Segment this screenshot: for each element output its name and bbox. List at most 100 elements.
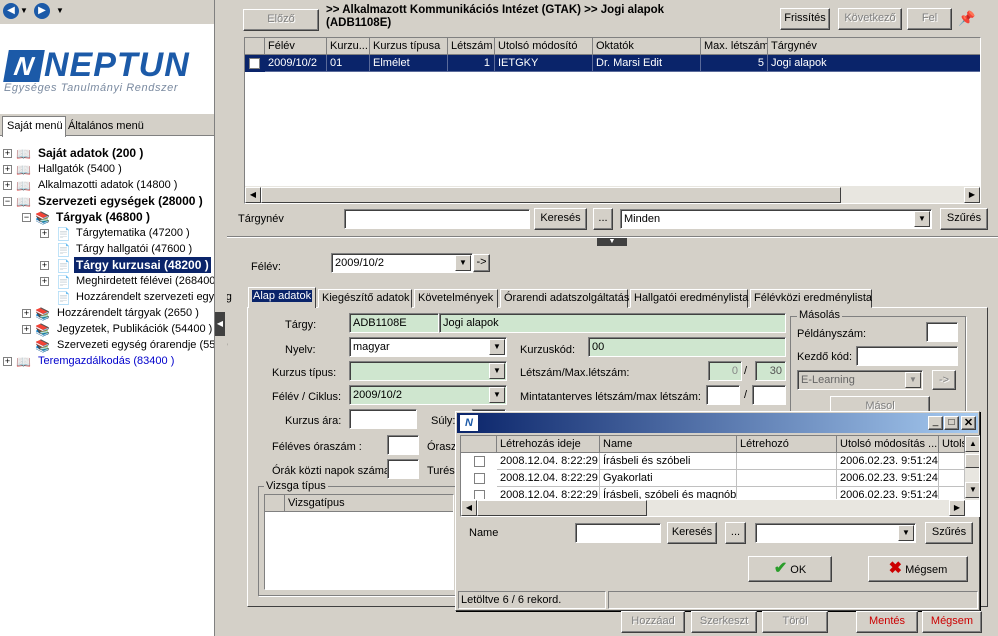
- search-button[interactable]: Keresés: [534, 208, 587, 230]
- save-button[interactable]: Mentés: [856, 611, 918, 633]
- tree-item-targy-kurzusai[interactable]: + 📄 Tárgy kurzusai (48200 ): [0, 257, 215, 273]
- dialog-col-letrehozas[interactable]: Létrehozás ideje: [497, 436, 600, 453]
- chevron-down-icon[interactable]: ▼: [914, 211, 930, 227]
- dialog-dots-button[interactable]: ...: [725, 522, 746, 544]
- forward-button[interactable]: ▶: [34, 3, 50, 19]
- row-checkbox[interactable]: [474, 456, 485, 467]
- vscroll-thumb[interactable]: [965, 454, 979, 468]
- dialog-col-utolso-modositas[interactable]: Utolsó módosítás ...: [837, 436, 939, 453]
- dialog-col-letrehozo[interactable]: Létrehozó: [737, 436, 837, 453]
- hscroll-thumb[interactable]: [477, 500, 647, 516]
- refresh-button[interactable]: Frissítés: [780, 8, 830, 30]
- grid-col-letszam[interactable]: Létszám: [448, 38, 495, 55]
- price-field[interactable]: [349, 409, 417, 429]
- delete-button[interactable]: Töröl: [762, 611, 828, 633]
- grid-col-kurzus[interactable]: Kurzu...: [327, 38, 370, 55]
- dialog-search-button[interactable]: Keresés: [667, 522, 717, 544]
- row-checkbox[interactable]: [249, 58, 260, 69]
- felev-go-button[interactable]: ->: [473, 254, 490, 272]
- previous-button[interactable]: Előző: [243, 9, 319, 31]
- row-checkbox[interactable]: [474, 473, 485, 484]
- days-field[interactable]: [387, 459, 419, 479]
- chevron-down-icon[interactable]: ▼: [905, 372, 921, 388]
- copy-go-button[interactable]: ->: [932, 370, 956, 390]
- tree-item-jegyzetek[interactable]: + 📚 Jegyzetek, Publikációk (54400 ): [0, 321, 215, 337]
- plan-max-field[interactable]: [752, 385, 786, 405]
- grid-col-kurzus-tipusa[interactable]: Kurzus típusa: [370, 38, 448, 55]
- dialog-col-utols[interactable]: Utols: [939, 436, 965, 453]
- tree-item-hozzarendelt-szervezeti[interactable]: 📄 Hozzárendelt szervezeti egység: [0, 289, 232, 305]
- grid-col-utolso-modosito[interactable]: Utolsó módosító: [495, 38, 593, 55]
- back-menu-icon[interactable]: ▼: [20, 6, 28, 15]
- edit-button[interactable]: Szerkeszt: [691, 611, 757, 633]
- dots-button[interactable]: ...: [593, 208, 613, 230]
- grid-col-oktatok[interactable]: Oktatók: [593, 38, 701, 55]
- tab-sajat-menu[interactable]: Saját menü: [2, 116, 66, 137]
- tree-item-targyak[interactable]: − 📚 Tárgyak (46800 ): [0, 209, 215, 225]
- filter-button[interactable]: Szűrés: [940, 208, 988, 230]
- chevron-down-icon[interactable]: ▼: [489, 339, 505, 355]
- tree-item-szervezeti-egysegek[interactable]: − 📖 Szervezeti egységek (28000 ): [0, 193, 215, 209]
- tree-item-targy-hallgatoi[interactable]: 📄 Tárgy hallgatói (47600 ): [0, 241, 215, 257]
- table-row[interactable]: 2008.12.04. 8:22:29 Írásbeli és szóbeli …: [461, 453, 965, 470]
- ok-button[interactable]: ✔ OK: [748, 556, 832, 582]
- course-type-select[interactable]: ▼: [349, 361, 507, 381]
- hours-field[interactable]: [387, 435, 419, 455]
- copy-count-field[interactable]: [926, 322, 958, 342]
- tab-kovetelmenyek[interactable]: Követelmények: [414, 289, 498, 308]
- tab-alap-adatok[interactable]: Alap adatok: [248, 287, 316, 308]
- chevron-down-icon[interactable]: ▼: [489, 387, 505, 403]
- add-button[interactable]: Hozzáad: [621, 611, 685, 633]
- table-row[interactable]: 2009/10/2 01 Elmélet 1 IETGKY Dr. Marsi …: [245, 55, 980, 72]
- grid-col-felev[interactable]: Félév: [265, 38, 327, 55]
- start-code-field[interactable]: [856, 346, 958, 366]
- tree-item-meghirdetett-felevei[interactable]: + 📄 Meghirdetett félévei (268400 ): [0, 273, 222, 289]
- tree-item-hozzarendelt-targyak[interactable]: + 📚 Hozzárendelt tárgyak (2650 ): [0, 305, 215, 321]
- copy-type-select[interactable]: E-Learning ▼: [797, 370, 923, 390]
- dialog-name-input[interactable]: [575, 523, 661, 543]
- scroll-left-icon[interactable]: ◀: [461, 500, 477, 516]
- cancel-dialog-button[interactable]: ✖ Mégsem: [868, 556, 968, 582]
- grid-col-targynev[interactable]: Tárgynév: [768, 38, 980, 55]
- next-button[interactable]: Következő: [838, 8, 902, 30]
- table-row[interactable]: 2008.12.04. 8:22:29 Gyakorlati 2006.02.2…: [461, 470, 965, 487]
- dialog-titlebar[interactable]: [457, 413, 978, 433]
- expand-down-icon[interactable]: ▼: [597, 238, 627, 246]
- targynev-input[interactable]: [344, 209, 530, 229]
- felev-select[interactable]: 2009/10/2 ▼: [331, 253, 473, 273]
- chevron-down-icon[interactable]: ▼: [898, 525, 914, 541]
- minimize-icon[interactable]: _: [928, 416, 943, 430]
- scroll-down-icon[interactable]: ▼: [965, 482, 979, 498]
- dialog-col-name[interactable]: Name: [600, 436, 737, 453]
- tab-felevkozi-eredmenylista[interactable]: Félévközi eredménylista: [750, 289, 872, 308]
- plan-count-field[interactable]: [706, 385, 740, 405]
- tree-item-szervezeti-orarend[interactable]: 📚 Szervezeti egység órarendje (5590: [0, 337, 228, 353]
- grid-col-max-letszam[interactable]: Max. létszám: [701, 38, 768, 55]
- tab-orarendi[interactable]: Órarendi adatszolgáltatás: [500, 289, 629, 308]
- row-checkbox[interactable]: [474, 490, 485, 499]
- pin-icon[interactable]: 📌: [958, 10, 975, 27]
- scope-select[interactable]: Minden ▼: [620, 209, 932, 229]
- course-code-field[interactable]: 00: [588, 337, 786, 357]
- exam-col-vizsgatipus[interactable]: Vizsgatípus: [285, 495, 453, 512]
- forward-menu-icon[interactable]: ▼: [56, 6, 64, 15]
- scroll-right-icon[interactable]: ▶: [949, 500, 965, 516]
- tree-item-hallgatok[interactable]: + 📖 Hallgatók (5400 ): [0, 161, 215, 177]
- tree-item-teremgazdalkodas[interactable]: + 📖 Teremgazdálkodás (83400 ): [0, 353, 215, 369]
- cancel-button[interactable]: Mégsem: [922, 611, 982, 633]
- tree-item-targytematika[interactable]: + 📄 Tárgytematika (47200 ): [0, 225, 215, 241]
- table-row[interactable]: 2008.12.04. 8:22:29 Írásbeli, szóbeli és…: [461, 487, 965, 499]
- close-icon[interactable]: ✕: [961, 416, 976, 430]
- dialog-scope-select[interactable]: ▼: [755, 523, 916, 543]
- tree-item-alkalmazotti-adatok[interactable]: + 📖 Alkalmazotti adatok (14800 ): [0, 177, 215, 193]
- language-select[interactable]: magyar ▼: [349, 337, 507, 357]
- up-button[interactable]: Fel: [907, 8, 952, 30]
- tab-altalanos-menu[interactable]: Általános menü: [68, 118, 144, 134]
- chevron-down-icon[interactable]: ▼: [489, 363, 505, 379]
- back-button[interactable]: ◀: [3, 3, 19, 19]
- chevron-down-icon[interactable]: ▼: [455, 255, 471, 271]
- tree-item-sajat-adatok[interactable]: + 📖 Saját adatok (200 ): [0, 145, 215, 161]
- scroll-left-icon[interactable]: ◀: [245, 187, 261, 203]
- term-select[interactable]: 2009/10/2 ▼: [349, 385, 507, 405]
- scroll-thumb[interactable]: [261, 187, 841, 203]
